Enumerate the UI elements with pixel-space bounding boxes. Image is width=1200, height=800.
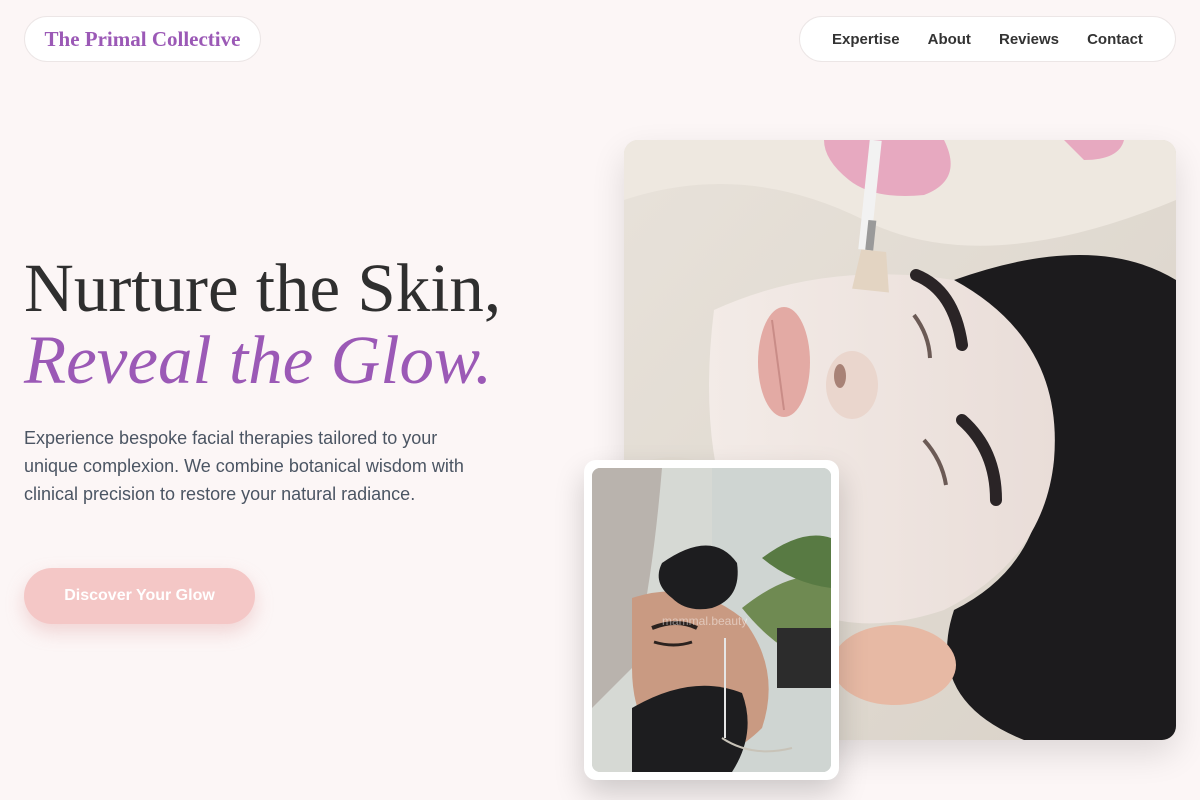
inset-watermark: mammal.beauty (662, 614, 748, 628)
nav-link-expertise[interactable]: Expertise (832, 31, 900, 48)
hero-headline: Nurture the Skin, Reveal the Glow. (24, 252, 584, 396)
main-nav: Expertise About Reviews Contact (799, 16, 1176, 62)
landing-page: The Primal Collective Expertise About Re… (0, 0, 1200, 800)
nav-link-about[interactable]: About (928, 31, 971, 48)
nav-link-reviews[interactable]: Reviews (999, 31, 1059, 48)
nav-link-contact[interactable]: Contact (1087, 31, 1143, 48)
hero-description: Experience bespoke facial therapies tail… (24, 428, 464, 504)
brand-logo-link[interactable]: The Primal Collective (24, 16, 261, 62)
hero-headline-line1: Nurture the Skin, (24, 250, 502, 326)
discover-glow-button[interactable]: Discover Your Glow (24, 568, 255, 624)
extraction-treatment-photo: mammal.beauty (592, 468, 831, 772)
hero-headline-line2: Reveal the Glow. (24, 322, 493, 398)
extraction-treatment-card: mammal.beauty (584, 460, 839, 780)
